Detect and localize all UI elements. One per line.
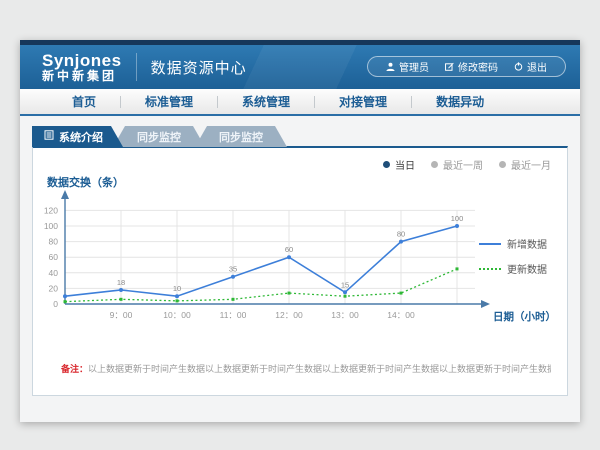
svg-text:60: 60	[285, 245, 293, 254]
svg-text:11：00: 11：00	[220, 310, 247, 320]
document-icon	[44, 130, 54, 143]
change-password-label: 修改密码	[458, 59, 498, 74]
svg-text:15: 15	[341, 280, 349, 289]
range-option-last-week[interactable]: 最近一周	[431, 157, 483, 172]
range-label: 最近一周	[443, 157, 483, 172]
svg-text:10: 10	[173, 284, 181, 293]
radio-dot-icon	[431, 161, 438, 168]
main-nav: 首页 标准管理 系统管理 对接管理 数据异动	[20, 89, 580, 116]
svg-text:13：00: 13：00	[331, 310, 359, 320]
range-option-today[interactable]: 当日	[383, 157, 415, 172]
svg-text:日期（小时）: 日期（小时）	[493, 310, 556, 323]
svg-text:120: 120	[44, 205, 58, 215]
nav-item-standard-mgmt[interactable]: 标准管理	[121, 93, 217, 110]
nav-item-interface-mgmt[interactable]: 对接管理	[315, 93, 411, 110]
svg-text:14：00: 14：00	[387, 310, 415, 320]
dotted-line-icon	[479, 268, 501, 270]
logout-icon	[514, 62, 523, 71]
svg-text:80: 80	[49, 237, 59, 247]
logout-button[interactable]: 退出	[506, 59, 555, 74]
chart-legend: 新增数据 更新数据	[479, 236, 559, 286]
svg-text:80: 80	[397, 230, 405, 239]
tab-system-intro[interactable]: 系统介绍	[32, 126, 123, 147]
user-icon	[386, 62, 395, 71]
svg-text:100: 100	[44, 221, 58, 231]
header: Synjones 新中新集团 数据资源中心 管理员 修改密码 退出	[20, 45, 580, 89]
footnote: 备注：以上数据更新于时间产生数据以上数据更新于时间产生数据以上数据更新于时间产生…	[61, 362, 551, 375]
svg-text:9：00: 9：00	[110, 310, 133, 320]
tab-label: 同步监控	[137, 129, 181, 145]
company-logo: Synjones 新中新集团	[20, 52, 122, 82]
svg-text:10：00: 10：00	[163, 310, 191, 320]
range-option-last-month[interactable]: 最近一月	[499, 157, 551, 172]
nav-item-system-mgmt[interactable]: 系统管理	[218, 93, 314, 110]
legend-label: 更新数据	[507, 261, 547, 276]
nav-item-data-change[interactable]: 数据异动	[412, 93, 508, 110]
range-label: 最近一月	[511, 157, 551, 172]
footnote-prefix: 备注：	[61, 364, 88, 374]
content-area: 系统介绍 同步监控 同步监控 当日 最近一周	[20, 116, 580, 420]
svg-text:20: 20	[49, 283, 59, 293]
svg-text:40: 40	[49, 268, 59, 278]
tab-label: 系统介绍	[59, 129, 103, 145]
header-divider	[136, 53, 137, 81]
admin-user-label: 管理员	[399, 59, 429, 74]
legend-item-new-data[interactable]: 新增数据	[479, 236, 559, 251]
logout-label: 退出	[527, 59, 547, 74]
logo-subtext: 新中新集团	[42, 70, 122, 83]
svg-text:60: 60	[49, 252, 59, 262]
app-window: Synjones 新中新集团 数据资源中心 管理员 修改密码 退出 首页 标准管…	[20, 40, 580, 422]
range-label: 当日	[395, 157, 415, 172]
time-range-selector: 当日 最近一周 最近一月	[383, 157, 551, 172]
legend-label: 新增数据	[507, 236, 547, 251]
tab-sync-monitor-2[interactable]: 同步监控	[195, 126, 287, 147]
edit-icon	[445, 62, 454, 71]
user-actions: 管理员 修改密码 退出	[367, 56, 566, 77]
radio-dot-icon	[499, 161, 506, 168]
logo-text: Synjones	[42, 52, 122, 70]
tab-sync-monitor-1[interactable]: 同步监控	[113, 126, 205, 147]
nav-item-home[interactable]: 首页	[48, 93, 120, 110]
chart-panel: 当日 最近一周 最近一月 数据交换（条） 0204060801001209：00…	[32, 146, 568, 396]
radio-dot-icon	[383, 161, 390, 168]
svg-text:35: 35	[229, 265, 237, 274]
page-title: 数据资源中心	[151, 57, 247, 78]
admin-user-button[interactable]: 管理员	[378, 59, 437, 74]
svg-text:18: 18	[117, 278, 125, 287]
tab-bar: 系统介绍 同步监控 同步监控	[32, 126, 287, 147]
svg-text:100: 100	[451, 214, 464, 223]
change-password-button[interactable]: 修改密码	[437, 59, 506, 74]
solid-line-icon	[479, 243, 501, 245]
tab-label: 同步监控	[219, 129, 263, 145]
svg-text:12：00: 12：00	[275, 310, 303, 320]
legend-item-updated-data[interactable]: 更新数据	[479, 261, 559, 276]
svg-text:0: 0	[53, 299, 58, 309]
footnote-text: 以上数据更新于时间产生数据以上数据更新于时间产生数据以上数据更新于时间产生数据以…	[88, 364, 551, 374]
